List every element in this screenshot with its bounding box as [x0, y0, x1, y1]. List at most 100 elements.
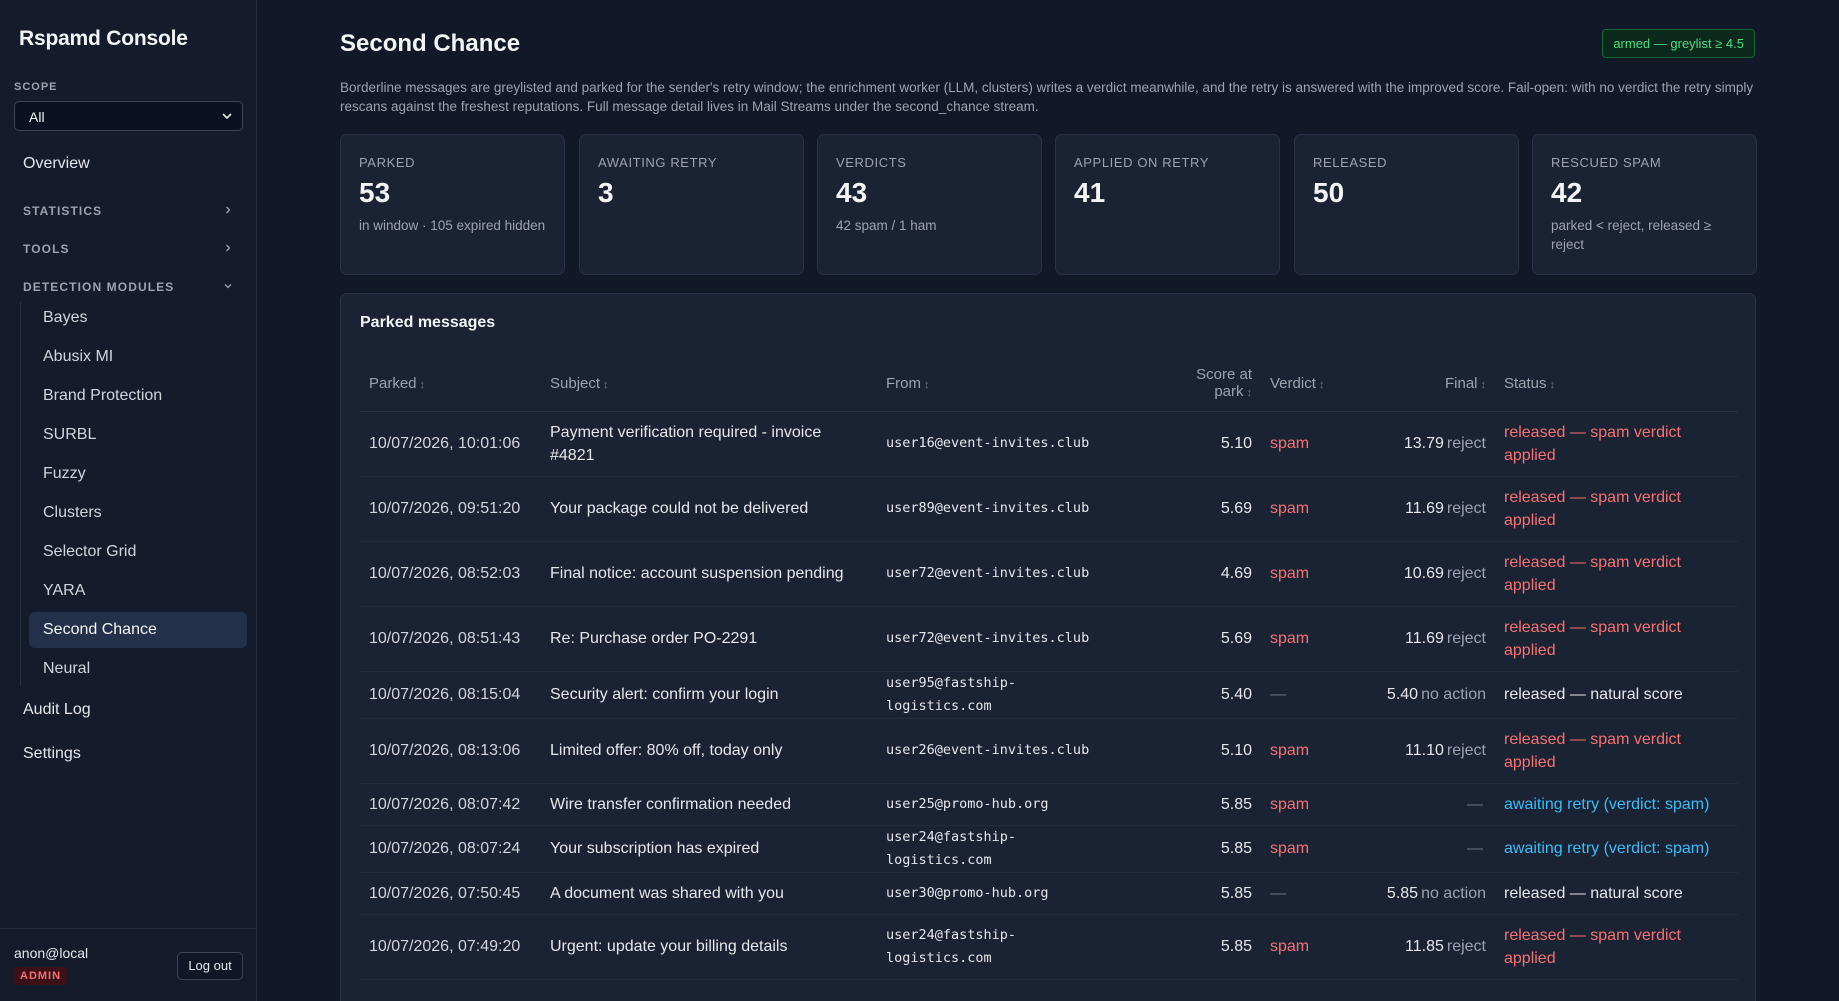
final-score: 10.69 — [1403, 565, 1444, 582]
cell-score-at-park: 5.10 — [1129, 411, 1261, 477]
cell-verdict: spam — [1261, 783, 1361, 826]
cell-final: 11.69 reject — [1361, 476, 1495, 542]
cell-score-at-park: 5.69 — [1129, 606, 1261, 672]
cell-parked-time: 10/07/2026, 07:49:20 — [360, 914, 541, 980]
nav-overview[interactable]: Overview — [23, 155, 90, 173]
nav-group-detection-label: DETECTION MODULES — [23, 280, 175, 294]
nav-group-statistics[interactable]: STATISTICS — [23, 204, 233, 218]
stat-value: 3 — [598, 177, 614, 208]
scope-label: SCOPE — [14, 81, 58, 93]
table-row[interactable]: 10/07/2026, 08:13:06 Limited offer: 80% o… — [360, 718, 1738, 784]
stat-card-released: RELEASED 50 — [1294, 134, 1519, 275]
nav-group-tools[interactable]: TOOLS — [23, 242, 233, 256]
parked-messages-panel: Parked messages Parked ↕ Subject ↕ From ↕ S… — [340, 293, 1756, 1001]
main-content: Second Chance armed — greylist ≥ 4.5 Bor… — [258, 0, 1839, 1001]
cell-from: user24@fastship-logistics.com — [877, 825, 1129, 873]
sort-icon: ↕ — [603, 378, 609, 391]
sidebar-item-fuzzy[interactable]: Fuzzy — [29, 456, 247, 492]
cell-subject: Security alert: confirm your login — [541, 671, 877, 719]
cell-verdict: — — [1261, 872, 1361, 915]
scope-value: All — [29, 109, 45, 125]
sidebar-item-neural[interactable]: Neural — [29, 651, 247, 687]
cell-subject: Re: Purchase order PO-2291 — [541, 606, 877, 672]
cell-verdict: spam — [1261, 718, 1361, 784]
cell-from: user95@fastship-logistics.com — [877, 671, 1129, 719]
stat-card-rescued-spam: RESCUED SPAM 42 parked < reject, release… — [1532, 134, 1757, 275]
cell-score-at-park: 5.40 — [1129, 671, 1261, 719]
sidebar-item-bayes[interactable]: Bayes — [29, 300, 247, 336]
sidebar-item-brand-protection[interactable]: Brand Protection — [29, 378, 247, 414]
table-row[interactable]: released — spam verdict — [360, 979, 1738, 1001]
cell-from: user26@event-invites.club — [877, 718, 1129, 784]
cell-status: released — spam verdict applied — [1495, 411, 1738, 477]
final-action: no action — [1421, 686, 1486, 703]
stat-value: 43 — [836, 177, 868, 208]
table-row[interactable]: 10/07/2026, 08:51:43 Re: Purchase order P… — [360, 606, 1738, 672]
sidebar: Rspamd Console SCOPE All Overview STATIS… — [0, 0, 257, 1001]
column-header-final[interactable]: Final ↕ — [1361, 356, 1495, 412]
chevron-down-icon — [224, 284, 232, 289]
sidebar-item-clusters[interactable]: Clusters — [29, 495, 247, 531]
logout-button[interactable]: Log out — [177, 952, 243, 980]
cell-status: awaiting retry (verdict: spam) — [1495, 783, 1738, 826]
sidebar-item-yara[interactable]: YARA — [29, 573, 247, 609]
cell-subject: Final notice: account suspension pending — [541, 541, 877, 607]
table-row[interactable]: 10/07/2026, 07:49:20 Urgent: update your … — [360, 914, 1738, 980]
panel-title: Parked messages — [360, 314, 496, 331]
scope-select[interactable]: All — [14, 101, 243, 131]
column-header-verdict[interactable]: Verdict ↕ — [1261, 356, 1361, 412]
stat-value: 41 — [1074, 177, 1106, 208]
user-email: anon@local — [14, 945, 89, 961]
cell-subject: Your subscription has expired — [541, 825, 877, 873]
table-row[interactable]: 10/07/2026, 09:51:20 Your package could n… — [360, 476, 1738, 542]
nav-group-tools-label: TOOLS — [23, 242, 70, 256]
cell-verdict: spam — [1261, 825, 1361, 873]
sort-icon: ↕ — [1246, 387, 1253, 400]
cell-final: 5.40 no action — [1361, 671, 1495, 719]
stat-card-parked: PARKED 53 in window · 105 expired hidden — [340, 134, 565, 275]
cell-score-at-park — [1129, 979, 1261, 1001]
nav-audit-log[interactable]: Audit Log — [23, 701, 91, 719]
final-score: — — [1467, 795, 1483, 813]
sidebar-item-second-chance[interactable]: Second Chance — [29, 612, 247, 648]
final-score: 11.85 — [1405, 938, 1444, 955]
cell-score-at-park: 5.10 — [1129, 718, 1261, 784]
submenu-guide-line — [20, 302, 21, 686]
column-header-status[interactable]: Status ↕ — [1495, 356, 1738, 412]
cell-parked-time: 10/07/2026, 07:50:45 — [360, 872, 541, 915]
column-header-from[interactable]: From ↕ — [877, 356, 1129, 412]
table-row[interactable]: 10/07/2026, 07:50:45 A document was share… — [360, 872, 1738, 915]
table-row[interactable]: 10/07/2026, 10:01:06 Payment verification… — [360, 411, 1738, 477]
column-header-score-at-park[interactable]: Score at park ↕ — [1129, 356, 1261, 412]
nav-group-detection-modules[interactable]: DETECTION MODULES — [23, 280, 233, 294]
cell-final: 11.85 reject — [1361, 914, 1495, 980]
sidebar-item-selector-grid[interactable]: Selector Grid — [29, 534, 247, 570]
cell-verdict: spam — [1261, 541, 1361, 607]
sidebar-item-surbl[interactable]: SURBL — [29, 417, 247, 453]
column-header-subject[interactable]: Subject ↕ — [541, 356, 877, 412]
final-score: 11.69 — [1405, 500, 1444, 517]
column-header-parked[interactable]: Parked ↕ — [360, 356, 541, 412]
nav-settings[interactable]: Settings — [23, 745, 81, 763]
cell-subject: A document was shared with you — [541, 872, 877, 915]
final-action: reject — [1446, 630, 1486, 647]
table-row[interactable]: 10/07/2026, 08:07:42 Wire transfer confir… — [360, 783, 1738, 826]
cell-from: user30@promo-hub.org — [877, 872, 1129, 915]
final-action: reject — [1446, 938, 1486, 955]
table-row[interactable]: 10/07/2026, 08:52:03 Final notice: accoun… — [360, 541, 1738, 607]
cell-from: user72@event-invites.club — [877, 541, 1129, 607]
table-row[interactable]: 10/07/2026, 08:07:24 Your subscription ha… — [360, 825, 1738, 873]
cell-final: 11.10 reject — [1361, 718, 1495, 784]
final-score: 13.79 — [1403, 435, 1444, 452]
app-title: Rspamd Console — [19, 27, 188, 50]
sidebar-item-abusix-mi[interactable]: Abusix MI — [29, 339, 247, 375]
table-header-row: Parked ↕ Subject ↕ From ↕ Score at park ↕ Ver… — [360, 356, 1738, 412]
table-row[interactable]: 10/07/2026, 08:15:04 Security alert: conf… — [360, 671, 1738, 719]
cell-parked-time: 10/07/2026, 09:51:20 — [360, 476, 541, 542]
cell-final: 10.69 reject — [1361, 541, 1495, 607]
stat-value: 50 — [1313, 177, 1345, 208]
final-score: — — [1467, 840, 1483, 857]
cell-from: user25@promo-hub.org — [877, 783, 1129, 826]
cell-from: user89@event-invites.club — [877, 476, 1129, 542]
final-action: reject — [1446, 565, 1486, 582]
